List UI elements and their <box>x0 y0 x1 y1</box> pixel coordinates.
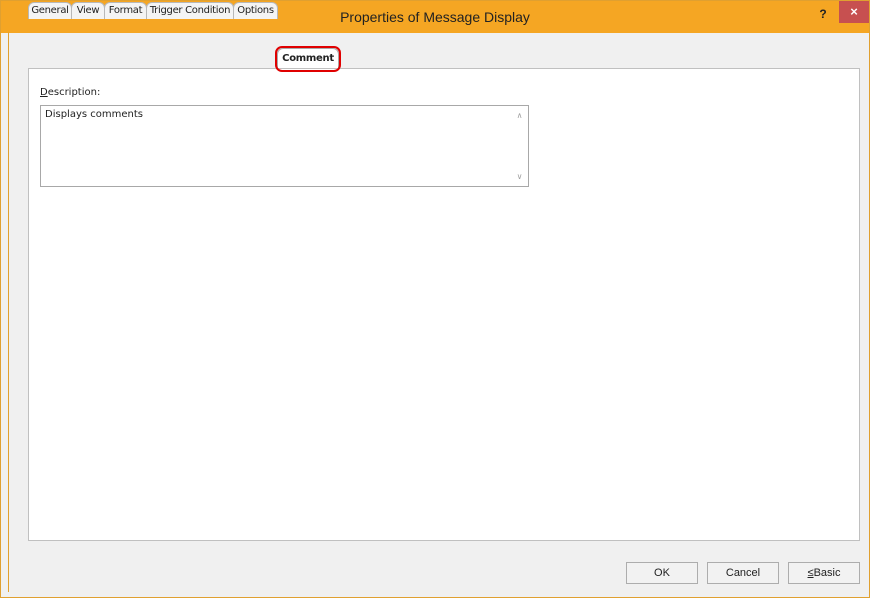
description-textarea[interactable]: Displays comments ∧ ∨ <box>40 105 529 187</box>
description-text: Displays comments <box>45 109 143 120</box>
scroll-down-icon[interactable]: ∨ <box>515 172 524 181</box>
close-button[interactable]: × <box>839 1 869 23</box>
scroll-up-icon[interactable]: ∧ <box>515 111 524 120</box>
description-label: Description: <box>40 87 101 98</box>
tab-options[interactable]: Options <box>233 2 278 19</box>
cancel-button[interactable]: Cancel <box>707 562 779 584</box>
tab-general[interactable]: General <box>28 2 72 19</box>
help-button[interactable]: ? <box>813 5 833 23</box>
tab-format[interactable]: Format <box>104 2 147 19</box>
tab-trigger-condition[interactable]: Trigger Condition <box>146 2 234 19</box>
ok-button[interactable]: OK <box>626 562 698 584</box>
highlight-annotation <box>275 46 341 72</box>
basic-button[interactable]: ≤Basic <box>788 562 860 584</box>
tab-view[interactable]: View <box>71 2 105 19</box>
left-border <box>8 32 9 592</box>
description-scrollbar[interactable]: ∧ ∨ <box>511 106 528 186</box>
